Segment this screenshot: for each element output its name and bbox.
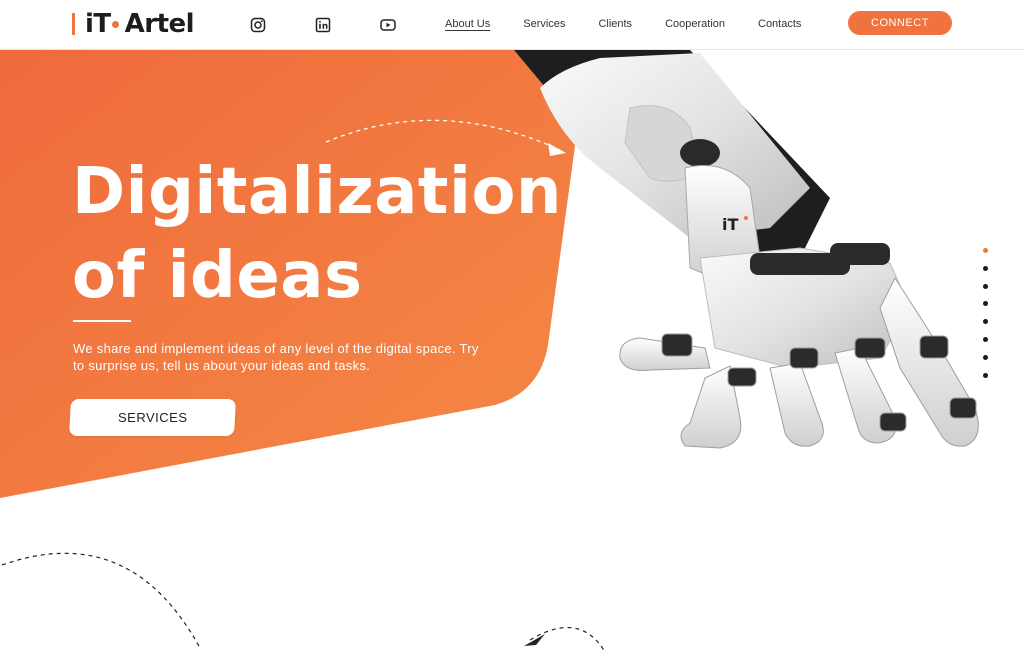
hero-subtitle: We share and implement ideas of any leve… xyxy=(73,341,479,373)
connect-button[interactable]: CONNECT xyxy=(848,11,952,35)
robot-hand-illustration: iT xyxy=(514,50,979,449)
instagram-icon[interactable] xyxy=(250,17,266,33)
slider-dot[interactable] xyxy=(983,283,988,289)
site-header: iT Artel About Us Services Clients Cooper… xyxy=(0,0,1024,50)
hero-title-line-1: Digitalization xyxy=(72,155,562,229)
nav-about-us[interactable]: About Us xyxy=(445,18,490,30)
title-divider xyxy=(73,320,131,322)
slider-dot[interactable] xyxy=(983,301,988,307)
brand-logo[interactable]: iT Artel xyxy=(72,8,195,40)
services-button[interactable]: SERVICES xyxy=(69,399,236,436)
services-button-label: SERVICES xyxy=(117,410,188,425)
logo-dot xyxy=(111,20,119,28)
slider-dot[interactable] xyxy=(983,354,988,360)
main-nav: About Us Services Clients Cooperation Co… xyxy=(445,18,834,30)
slider-dot[interactable] xyxy=(983,265,988,271)
nav-contacts[interactable]: Contacts xyxy=(758,18,801,30)
robot-logo: iT xyxy=(722,215,738,234)
youtube-icon[interactable] xyxy=(380,17,396,33)
nav-cooperation[interactable]: Cooperation xyxy=(665,18,725,30)
nav-services[interactable]: Services xyxy=(523,18,565,30)
logo-text-left: iT xyxy=(85,9,111,39)
slider-pagination xyxy=(983,248,988,390)
logo-accent-bar xyxy=(72,13,75,35)
nav-clients[interactable]: Clients xyxy=(598,18,632,30)
hero-title-line-2: of ideas xyxy=(72,239,363,313)
logo-text-right: Artel xyxy=(124,9,195,39)
linkedin-icon[interactable] xyxy=(315,17,331,33)
slider-dot[interactable] xyxy=(983,372,988,378)
slider-dot[interactable] xyxy=(983,248,988,253)
slider-dot[interactable] xyxy=(983,319,988,325)
hero-title: Digitalization of ideas xyxy=(72,150,562,318)
slider-dot[interactable] xyxy=(983,336,988,342)
